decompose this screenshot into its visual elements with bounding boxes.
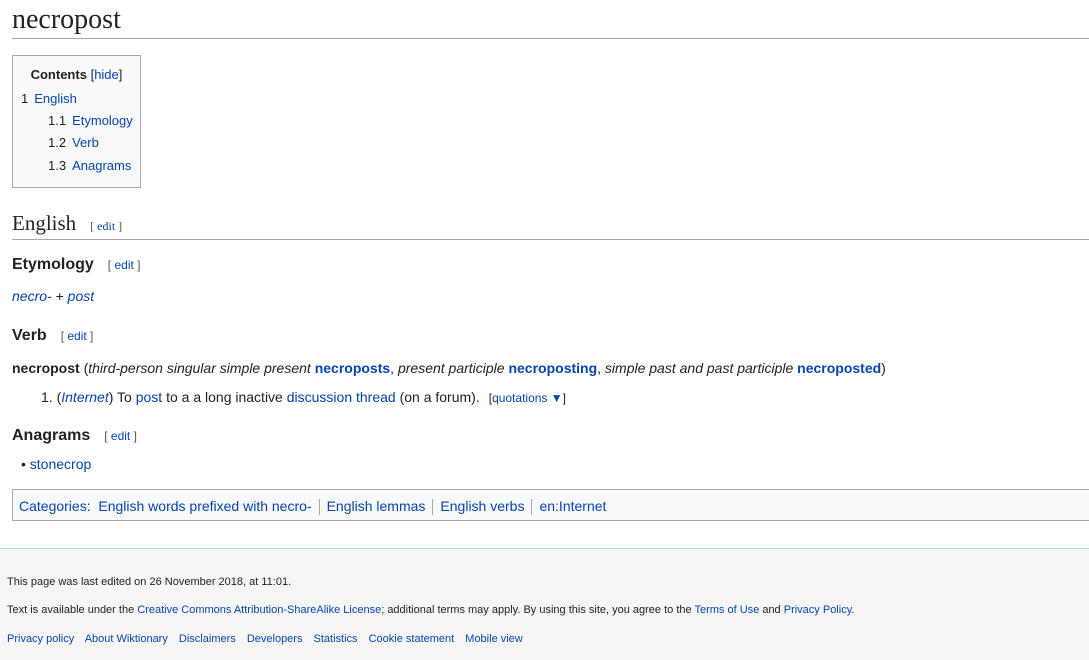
headword-line: necropost (third-person singular simple … xyxy=(12,360,886,376)
terms-link[interactable]: Terms of Use xyxy=(694,604,759,616)
last-edited: This page was last edited on 26 November… xyxy=(7,576,292,588)
discussion-thread-link[interactable]: discussion thread xyxy=(287,389,396,405)
category-link[interactable]: English lemmas xyxy=(327,498,426,514)
anagram-item: • stonecrop xyxy=(21,456,92,472)
edit-link[interactable]: edit xyxy=(67,329,86,343)
category-link[interactable]: en:Internet xyxy=(539,498,606,514)
footer-link-developers[interactable]: Developers xyxy=(247,633,303,645)
etymology-text: necro- + post xyxy=(12,288,95,304)
quotations-toggle[interactable]: quotations ▼ xyxy=(492,391,563,405)
footer-link-privacy[interactable]: Privacy policy xyxy=(7,633,74,645)
form-link[interactable]: necroposts xyxy=(315,360,390,376)
table-of-contents: Contents [hide] 1 English 1.1 Etymology 1.… xyxy=(12,55,141,188)
post-link[interactable]: post xyxy=(68,288,94,304)
heading-english: English[ edit ] xyxy=(12,210,1089,240)
categories-box: Categories: English words prefixed with … xyxy=(12,489,1089,521)
toc-item-etymology[interactable]: 1.1 Etymology xyxy=(48,113,133,128)
internet-label-link[interactable]: Internet xyxy=(61,389,108,405)
footer-link-mobile[interactable]: Mobile view xyxy=(465,633,522,645)
footer-link-cookie[interactable]: Cookie statement xyxy=(369,633,455,645)
toc-item-anagrams[interactable]: 1.3 Anagrams xyxy=(48,158,131,173)
toc-hide-link[interactable]: hide xyxy=(94,67,119,82)
form-link[interactable]: necroposted xyxy=(797,360,881,376)
footer-link-statistics[interactable]: Statistics xyxy=(314,633,358,645)
heading-anagrams: Anagrams[ edit ] xyxy=(12,427,137,444)
stonecrop-link[interactable]: stonecrop xyxy=(30,456,91,472)
post-link[interactable]: post xyxy=(136,389,162,405)
footer: This page was last edited on 26 November… xyxy=(0,548,1089,660)
edit-section: [ edit ] xyxy=(90,219,123,233)
form-link[interactable]: necroposting xyxy=(508,360,597,376)
heading-verb: Verb[ edit ] xyxy=(12,327,94,344)
edit-link[interactable]: edit xyxy=(97,219,115,233)
footer-link-about[interactable]: About Wiktionary xyxy=(85,633,168,645)
page-title: necropost xyxy=(12,2,1089,39)
necro-link[interactable]: necro- xyxy=(12,288,52,304)
edit-link[interactable]: edit xyxy=(111,429,130,443)
categories-link[interactable]: Categories xyxy=(19,498,87,514)
footer-links: Privacy policy About Wiktionary Disclaim… xyxy=(7,633,531,645)
category-link[interactable]: English words prefixed with necro- xyxy=(98,498,311,514)
license-text: Text is available under the Creative Com… xyxy=(7,604,855,616)
heading-etymology: Etymology[ edit ] xyxy=(12,256,141,273)
toc-item-verb[interactable]: 1.2 Verb xyxy=(48,135,99,150)
footer-link-disclaimers[interactable]: Disclaimers xyxy=(179,633,236,645)
definition-1: 1. (Internet) To post to a a long inacti… xyxy=(41,389,566,405)
license-link[interactable]: Creative Commons Attribution-ShareAlike … xyxy=(137,604,381,616)
edit-link[interactable]: edit xyxy=(114,258,133,272)
category-link[interactable]: English verbs xyxy=(440,498,524,514)
toc-title: Contents [hide] xyxy=(30,67,123,82)
toc-item-english[interactable]: 1 English xyxy=(21,91,77,106)
privacy-policy-link[interactable]: Privacy Policy xyxy=(784,604,852,616)
